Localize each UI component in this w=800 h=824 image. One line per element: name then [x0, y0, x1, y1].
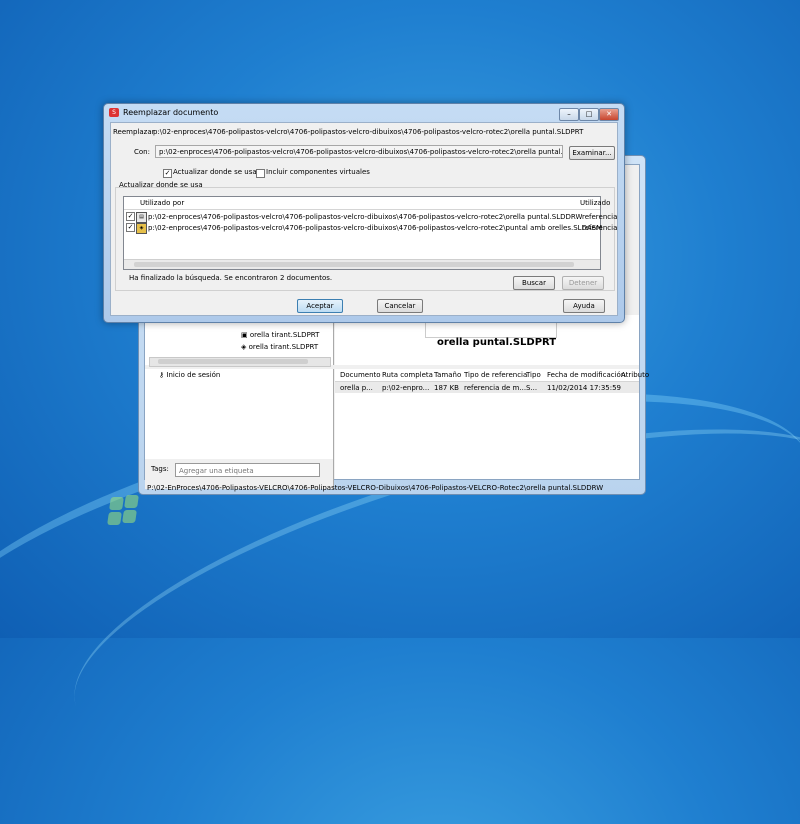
- tags-label: Tags:: [151, 465, 169, 473]
- table-row[interactable]: orella p... p:\02-enpro... 187 KB refere…: [335, 382, 639, 393]
- search-button[interactable]: Buscar: [513, 276, 555, 290]
- col-used[interactable]: Utilizado: [580, 199, 610, 207]
- maximize-button[interactable]: □: [579, 108, 599, 121]
- replace-value: p:\02-enproces\4706-polipastos-velcro\47…: [153, 128, 584, 136]
- update-where-used-label: Actualizar donde se usa: [173, 168, 257, 176]
- tree-item-label: orella tirant.SLDPRT: [248, 343, 319, 351]
- col-tamano[interactable]: Tamaño: [434, 371, 461, 379]
- session-item[interactable]: ⚷ Inicio de sesión: [159, 371, 220, 379]
- stop-button[interactable]: Detener: [562, 276, 604, 290]
- reference-list[interactable]: Documento Ruta completa Tamaño Tipo de r…: [335, 369, 649, 479]
- part-icon: ◈: [241, 343, 247, 351]
- ok-button[interactable]: Aceptar: [297, 299, 343, 313]
- windows-logo-icon: [107, 495, 144, 531]
- with-path-field[interactable]: p:\02-enproces\4706-polipastos-velcro\47…: [155, 145, 563, 158]
- col-tipo-ref[interactable]: Tipo de referencia: [464, 371, 527, 379]
- tree-item[interactable]: ◈ orella tirant.SLDPRT: [241, 343, 318, 351]
- row-checkbox[interactable]: ✓: [126, 212, 135, 221]
- row-path: p:\02-enproces\4706-polipastos-velcro\47…: [148, 224, 603, 232]
- minimize-button[interactable]: –: [559, 108, 579, 121]
- col-atributo[interactable]: Atributo: [621, 371, 649, 379]
- list-header: Documento Ruta completa Tamaño Tipo de r…: [335, 369, 649, 382]
- replace-label: Reemplazar: [113, 128, 155, 136]
- cancel-button[interactable]: Cancelar: [377, 299, 423, 313]
- app-icon: S: [109, 108, 119, 117]
- replace-document-dialog: S Reemplazar documento – □ ✕ Reemplazar …: [103, 103, 625, 323]
- include-virtual-label: Incluir componentes virtuales: [266, 168, 370, 176]
- list-header: Utilizado por Utilizado: [124, 197, 610, 210]
- row-ref: referencia: [582, 213, 618, 221]
- used-by-list[interactable]: Utilizado por Utilizado ✓ ▤ p:\02-enproc…: [123, 196, 617, 270]
- update-where-used-checkbox[interactable]: ✓: [163, 169, 172, 178]
- list-scrollbar[interactable]: [124, 259, 600, 269]
- drawing-icon: ▣: [241, 331, 248, 339]
- session-tree[interactable]: ⚷ Inicio de sesión: [145, 369, 334, 459]
- col-tipo[interactable]: Tipo: [526, 371, 541, 379]
- tree-item-label: orella tirant.SLDPRT: [249, 331, 320, 339]
- preview-doc-name: orella puntal.SLDPRT: [437, 337, 557, 348]
- assembly-icon: ◈: [136, 223, 147, 234]
- row-path: p:\02-enproces\4706-polipastos-velcro\47…: [148, 213, 583, 221]
- col-ruta[interactable]: Ruta completa: [382, 371, 433, 379]
- browse-button[interactable]: Examinar...: [569, 146, 615, 160]
- row-checkbox[interactable]: ✓: [126, 223, 135, 232]
- status-path: P:\02-EnProces\4706-Polipastos-VELCRO\47…: [147, 484, 604, 492]
- tags-input[interactable]: Agregar una etiqueta: [175, 463, 320, 477]
- key-icon: ⚷: [159, 371, 165, 379]
- help-button[interactable]: Ayuda: [563, 299, 605, 313]
- with-label: Con:: [134, 148, 150, 156]
- table-row[interactable]: ✓ ◈ p:\02-enproces\4706-polipastos-velcr…: [124, 222, 617, 234]
- search-status: Ha finalizado la búsqueda. Se encontraro…: [129, 274, 333, 282]
- col-documento[interactable]: Documento: [340, 371, 381, 379]
- close-button[interactable]: ✕: [599, 108, 619, 121]
- row-ref: referencia: [582, 224, 618, 232]
- col-fecha[interactable]: Fecha de modificación: [547, 371, 625, 379]
- col-used-by[interactable]: Utilizado por: [140, 199, 184, 207]
- include-virtual-checkbox[interactable]: [256, 169, 265, 178]
- dialog-title: Reemplazar documento: [123, 108, 219, 117]
- table-row[interactable]: ✓ ▤ p:\02-enproces\4706-polipastos-velcr…: [124, 211, 617, 223]
- tree-item[interactable]: ▣ orella tirant.SLDPRT: [241, 331, 319, 339]
- tree-scrollbar[interactable]: [149, 357, 331, 367]
- dialog-body: Reemplazar p:\02-enproces\4706-polipasto…: [110, 122, 618, 316]
